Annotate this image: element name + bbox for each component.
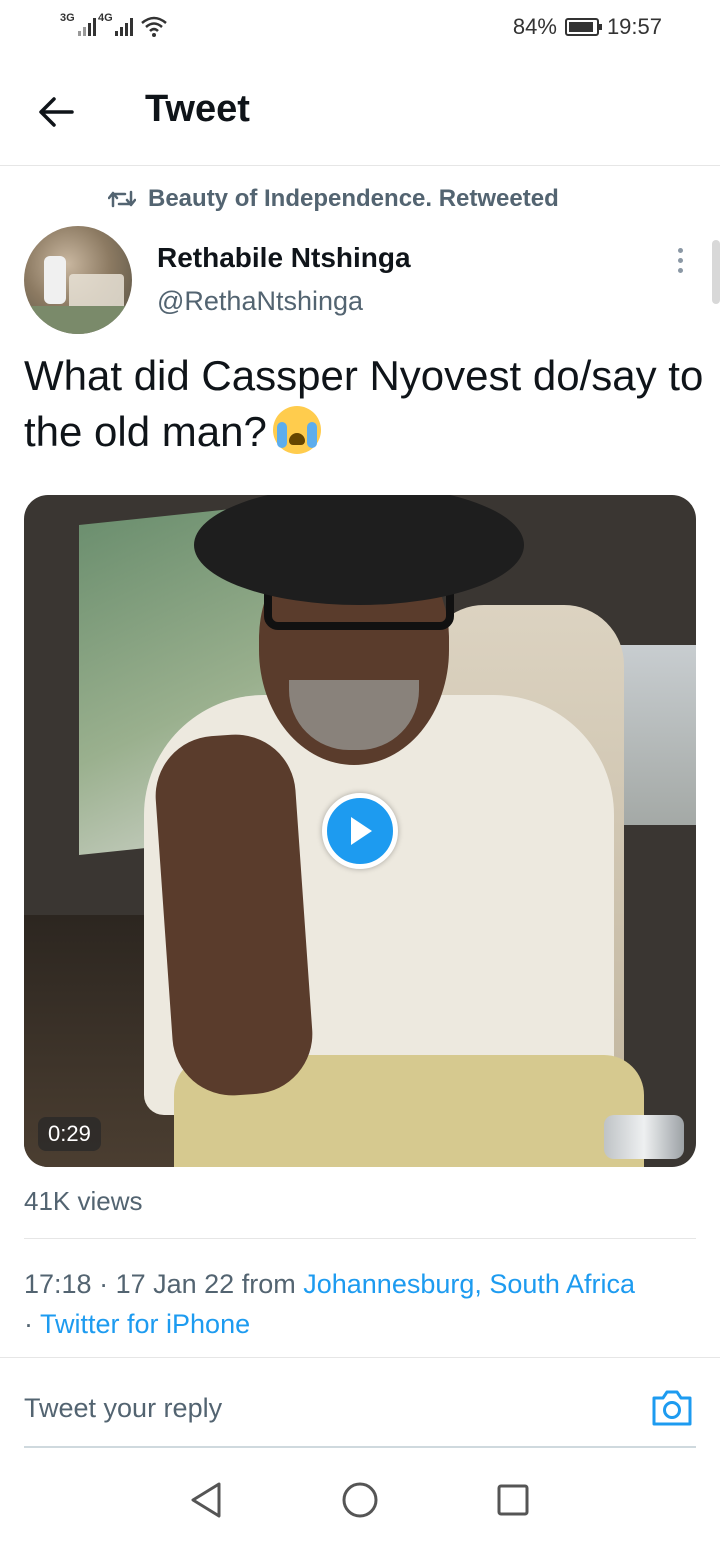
more-dot <box>677 247 683 253</box>
tweet-date: 17 Jan 22 <box>115 1269 235 1299</box>
system-nav-bar <box>0 1450 720 1541</box>
video-frame-arm <box>151 730 317 1100</box>
page-title: Tweet <box>145 88 250 130</box>
wifi-icon <box>141 16 167 37</box>
reply-underline <box>24 1446 696 1448</box>
author-handle[interactable]: @RethaNtshinga <box>157 286 363 317</box>
battery-percent: 84% <box>512 14 557 39</box>
clock: 19:57 <box>606 14 662 39</box>
home-circle-icon <box>342 1482 378 1518</box>
tweet-text: What did Cassper Nyovest do/say to the o… <box>24 348 704 460</box>
video-frame-watch <box>604 1115 684 1159</box>
retweet-context[interactable]: Beauty of Independence. Retweeted <box>108 185 559 213</box>
play-button[interactable] <box>322 793 398 869</box>
battery-icon <box>564 18 602 36</box>
signal2-label: 4G <box>98 12 113 24</box>
more-dot <box>677 257 683 263</box>
retweet-icon <box>108 190 136 208</box>
video-player[interactable]: 0:29 <box>24 495 696 1167</box>
arrow-left-icon <box>39 97 74 127</box>
from-label: from <box>241 1269 296 1299</box>
view-count: 41K views <box>24 1186 143 1216</box>
reply-input[interactable]: Tweet your reply <box>24 1393 222 1424</box>
loudly-crying-face-icon <box>272 406 321 454</box>
avatar[interactable] <box>24 226 132 334</box>
divider <box>24 1238 696 1239</box>
tweet-meta: 17:18 · 17 Jan 22 from Johannesburg, Sou… <box>24 1269 635 1339</box>
retweet-text: Beauty of Independence. Retweeted <box>148 185 559 212</box>
signal-icon <box>78 16 96 36</box>
signal1-label: 3G <box>60 12 75 24</box>
play-icon <box>351 817 372 845</box>
back-button[interactable] <box>30 86 82 138</box>
nav-recents-button[interactable] <box>493 1480 533 1520</box>
nav-home-button[interactable] <box>340 1480 380 1520</box>
camera-icon <box>652 1390 692 1426</box>
client-link[interactable]: Twitter for iPhone <box>40 1309 250 1339</box>
location-link[interactable]: Johannesburg, South Africa <box>303 1269 635 1299</box>
nav-back-button[interactable] <box>186 1480 226 1520</box>
status-right: 84% 19:57 <box>513 14 662 40</box>
back-triangle-icon <box>191 1482 221 1518</box>
signal-icon <box>115 16 133 36</box>
tweet-body: What did Cassper Nyovest do/say to the o… <box>24 352 704 455</box>
more-options-button[interactable] <box>664 240 696 280</box>
tweet-time: 17:18 <box>24 1269 92 1299</box>
author-display-name[interactable]: Rethabile Ntshinga <box>157 242 411 274</box>
reply-bar: Tweet your reply <box>0 1358 720 1446</box>
scrollbar[interactable] <box>712 240 720 304</box>
more-dot <box>677 267 683 273</box>
video-duration: 0:29 <box>38 1117 101 1151</box>
camera-button[interactable] <box>650 1386 694 1430</box>
recents-square-icon <box>497 1484 529 1516</box>
status-bar: 3G 4G 84% 19:57 <box>0 0 720 56</box>
top-app-bar: Tweet <box>0 56 720 166</box>
